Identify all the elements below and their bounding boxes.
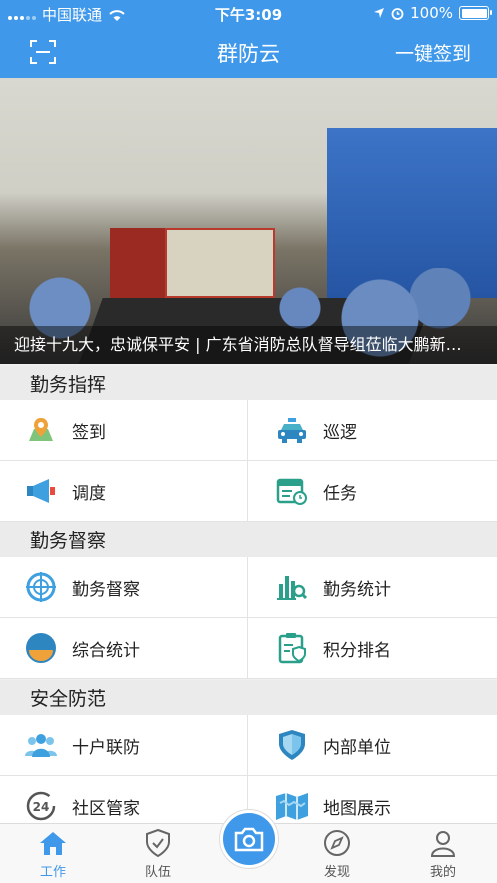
task-label: 任务 [323,483,357,504]
community-steward-label: 社区管家 [72,798,140,819]
shield-check-icon [118,828,198,858]
camera-icon [234,827,264,852]
checkin-item[interactable]: 签到 [0,400,248,460]
patrol-label: 巡逻 [323,422,357,443]
duty-statistics-label: 勤务统计 [323,579,391,600]
ten-household-defense-label: 十户联防 [72,737,140,758]
duty-supervision-item[interactable]: 勤务督察 [0,557,248,617]
battery-icon [459,6,492,20]
tab-team-label: 队伍 [144,865,171,880]
tab-discover[interactable]: 发现 [297,828,377,880]
tab-mine[interactable]: 我的 [403,828,483,880]
tab-work-label: 工作 [39,865,66,880]
tab-work[interactable]: 工作 [13,828,93,880]
duty-statistics-item[interactable]: 勤务统计 [249,557,497,617]
internal-unit-label: 内部单位 [323,737,391,758]
map-display-label: 地图展示 [323,798,391,819]
ten-household-defense-item[interactable]: 十户联防 [0,715,248,775]
points-ranking-label: 积分排名 [323,640,391,661]
home-icon [13,828,93,858]
grid-row: 勤务督察 勤务统计 [0,557,497,618]
map-icon [275,789,309,823]
dispatch-label: 调度 [72,483,106,504]
bar-chart-search-icon [275,570,309,604]
people-group-icon [24,728,58,762]
tab-team[interactable]: 队伍 [118,828,198,880]
battery-percent: 100% [410,4,453,22]
grid-row: 综合统计 积分排名 [0,618,497,679]
section-duty-supervision: 勤务督察 [0,522,497,560]
24h-icon: 24 [24,789,58,823]
news-banner[interactable]: 迎接十九大，忠诚保平安 | 广东省消防总队督导组莅临大鹏新… [0,78,497,364]
compass-icon [297,828,377,858]
section-safety: 安全防范 [0,680,497,718]
grid-row: 十户联防 内部单位 [0,715,497,776]
megaphone-icon [24,474,58,508]
shield-icon [275,728,309,762]
task-item[interactable]: 任务 [249,461,497,521]
person-icon [403,828,483,858]
grid-row: 调度 任务 [0,461,497,522]
camera-button[interactable] [220,810,278,868]
checkin-label: 签到 [72,422,106,443]
police-car-icon [275,413,309,447]
dispatch-item[interactable]: 调度 [0,461,248,521]
banner-caption[interactable]: 迎接十九大，忠诚保平安 | 广东省消防总队督导组莅临大鹏新… [0,326,497,364]
points-ranking-item[interactable]: 积分排名 [249,618,497,678]
grid-row: 签到 巡逻 [0,400,497,461]
svg-text:24: 24 [33,800,50,814]
gauge-icon [24,631,58,665]
calendar-task-icon [275,474,309,508]
alarm-icon [391,7,404,20]
duty-supervision-label: 勤务督察 [72,579,140,600]
status-right: 100% [373,4,492,22]
section-duty-command: 勤务指挥 [0,366,497,404]
status-bar: 中国联通 下午3:09 100% [0,0,497,26]
one-click-checkin-button[interactable]: 一键签到 [395,39,471,66]
internal-unit-item[interactable]: 内部单位 [249,715,497,775]
tab-discover-label: 发现 [323,865,350,880]
tab-mine-label: 我的 [429,865,456,880]
comprehensive-statistics-label: 综合统计 [72,640,140,661]
location-arrow-icon [374,8,385,18]
crosshair-icon [24,570,58,604]
nav-bar: 群防云 一键签到 [0,26,497,78]
comprehensive-statistics-item[interactable]: 综合统计 [0,618,248,678]
clipboard-shield-icon [275,631,309,665]
patrol-item[interactable]: 巡逻 [249,400,497,460]
map-pin-icon [24,413,58,447]
